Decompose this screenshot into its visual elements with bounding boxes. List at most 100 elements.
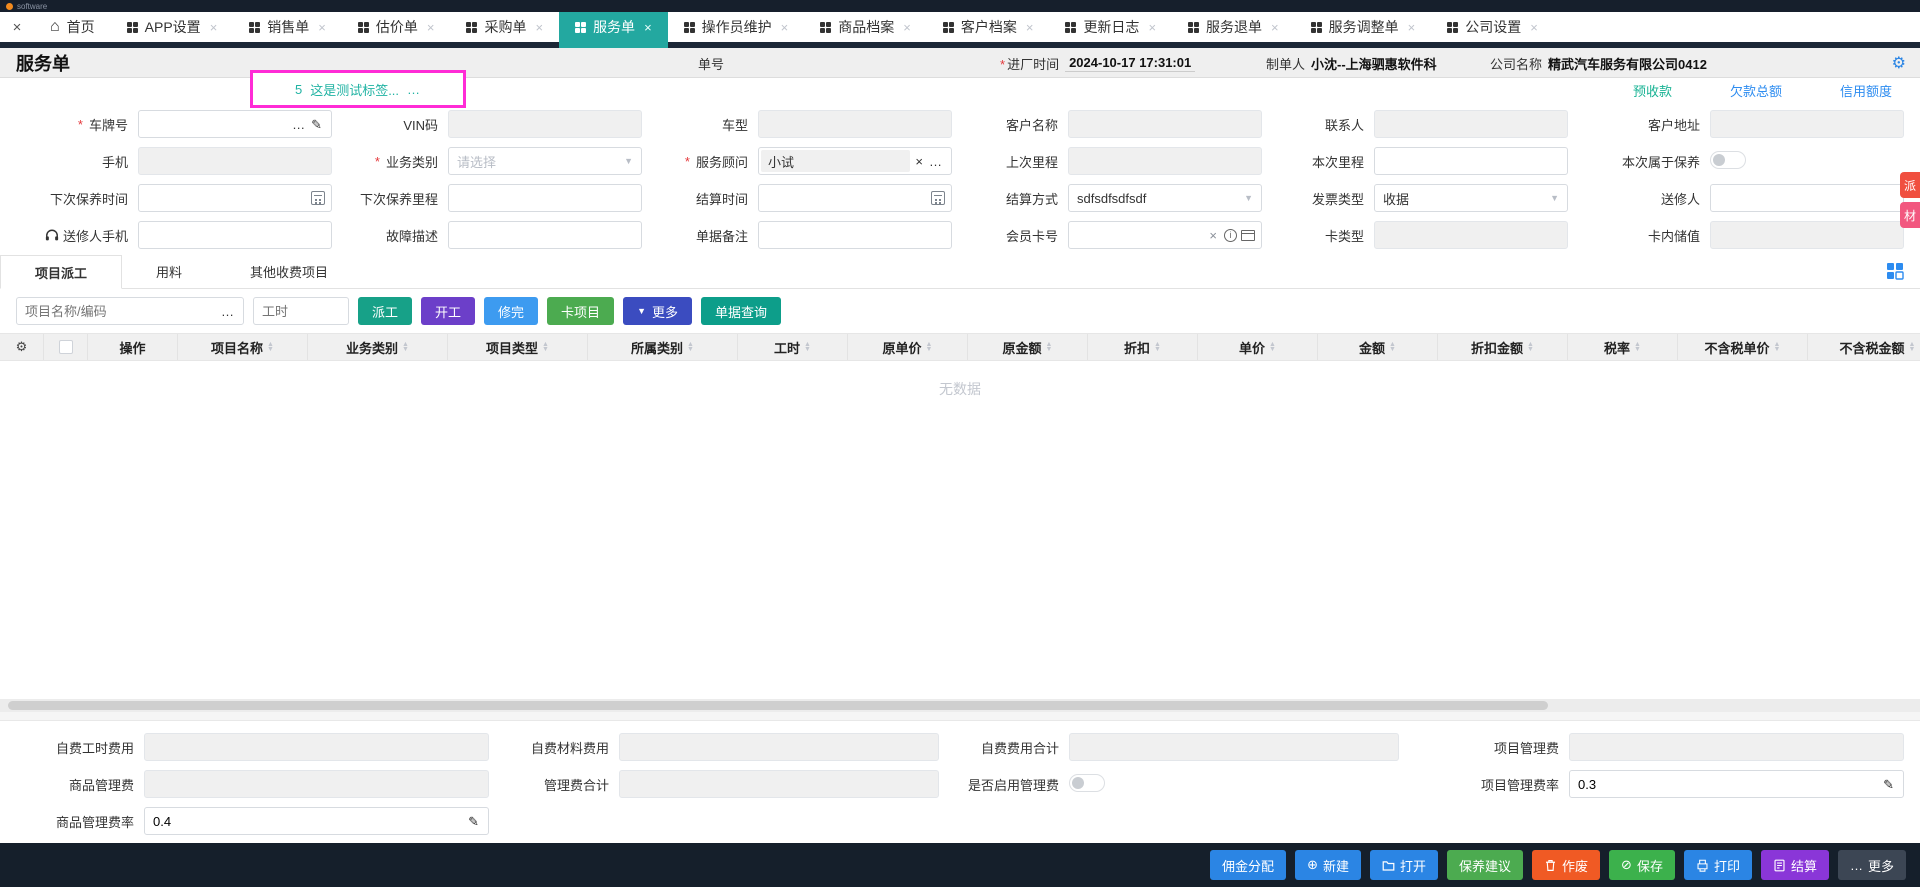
project-search-more-icon[interactable]: … bbox=[218, 305, 237, 318]
close-tab-icon[interactable]: × bbox=[781, 20, 789, 35]
sort-icon[interactable]: ▲▼ bbox=[542, 342, 549, 352]
window-tab-2[interactable]: 销售单× bbox=[233, 12, 342, 42]
toolbar-button-1[interactable]: 开工 bbox=[421, 297, 475, 325]
scrollbar-thumb[interactable] bbox=[8, 701, 1548, 710]
goods-rate-edit-icon[interactable]: ✎ bbox=[465, 815, 482, 828]
biz-type-select[interactable]: 请选择 ▼ bbox=[448, 147, 642, 175]
footer-button-6[interactable]: 打印 bbox=[1684, 850, 1752, 880]
intake-time-value[interactable]: 2024-10-17 17:31:01 bbox=[1065, 55, 1195, 72]
test-tag-highlight-box[interactable]: 5 这是测试标签... … bbox=[250, 70, 466, 108]
grid-view-icon[interactable] bbox=[1886, 262, 1904, 280]
toolbar-button-0[interactable]: 派工 bbox=[358, 297, 412, 325]
sender-input[interactable] bbox=[1710, 184, 1904, 212]
table-column-12[interactable]: 税率▲▼ bbox=[1568, 334, 1678, 360]
table-column-14[interactable]: 不含税金额▲▼ bbox=[1808, 334, 1920, 360]
close-tab-icon[interactable]: × bbox=[903, 20, 911, 35]
close-tab-icon[interactable]: × bbox=[1408, 20, 1416, 35]
side-badge-0[interactable]: 派 bbox=[1900, 172, 1920, 198]
finance-link-2[interactable]: 信用额度 bbox=[1840, 81, 1892, 100]
project-rate-edit-icon[interactable]: ✎ bbox=[1880, 778, 1897, 791]
toolbar-button-4[interactable]: ▼更多 bbox=[623, 297, 692, 325]
window-tab-5[interactable]: 服务单× bbox=[559, 12, 668, 42]
sort-icon[interactable]: ▲▼ bbox=[1634, 342, 1641, 352]
settings-gear-icon[interactable]: ⚙ bbox=[1892, 48, 1906, 78]
card-icon[interactable] bbox=[1241, 230, 1255, 241]
sort-icon[interactable]: ▲▼ bbox=[926, 342, 933, 352]
window-tab-9[interactable]: 更新日志× bbox=[1049, 12, 1172, 42]
window-tab-6[interactable]: 操作员维护× bbox=[668, 12, 805, 42]
settle-method-select[interactable]: sdfsdfsdfsdf ▼ bbox=[1068, 184, 1262, 212]
close-tab-icon[interactable]: × bbox=[1530, 20, 1538, 35]
settle-time-input[interactable] bbox=[759, 186, 931, 210]
close-tab-icon[interactable]: × bbox=[1026, 20, 1034, 35]
table-column-6[interactable]: 原单价▲▼ bbox=[848, 334, 968, 360]
window-tab-7[interactable]: 商品档案× bbox=[804, 12, 927, 42]
advisor-field[interactable]: 小试 × … bbox=[758, 147, 952, 175]
finance-link-1[interactable]: 欠款总额 bbox=[1730, 81, 1782, 100]
close-all-icon[interactable]: × bbox=[0, 12, 34, 42]
close-tab-icon[interactable]: × bbox=[210, 20, 218, 35]
work-hours-input[interactable] bbox=[253, 297, 349, 325]
window-tab-1[interactable]: APP设置× bbox=[111, 12, 234, 42]
sort-icon[interactable]: ▲▼ bbox=[1154, 342, 1161, 352]
sort-icon[interactable]: ▲▼ bbox=[402, 342, 409, 352]
window-tab-10[interactable]: 服务退单× bbox=[1172, 12, 1295, 42]
fault-desc-input[interactable] bbox=[448, 221, 642, 249]
goods-rate-input[interactable] bbox=[145, 809, 465, 833]
next-maint-mileage-input[interactable] bbox=[448, 184, 642, 212]
sort-icon[interactable]: ▲▼ bbox=[1527, 342, 1534, 352]
project-rate-input[interactable] bbox=[1570, 772, 1880, 796]
table-column-7[interactable]: 原金额▲▼ bbox=[968, 334, 1088, 360]
table-column-13[interactable]: 不含税单价▲▼ bbox=[1678, 334, 1808, 360]
plate-input[interactable] bbox=[139, 112, 289, 136]
detail-tab-1[interactable]: 用料 bbox=[122, 254, 216, 288]
sort-icon[interactable]: ▲▼ bbox=[1269, 342, 1276, 352]
close-tab-icon[interactable]: × bbox=[644, 20, 652, 35]
footer-button-5[interactable]: ⊘保存 bbox=[1609, 850, 1675, 880]
footer-button-0[interactable]: 佣金分配 bbox=[1210, 850, 1286, 880]
window-tab-0[interactable]: ⌂首页 bbox=[34, 12, 111, 42]
calendar-icon[interactable] bbox=[311, 191, 325, 205]
project-search-input[interactable] bbox=[17, 299, 218, 323]
remark-input[interactable] bbox=[758, 221, 952, 249]
sort-icon[interactable]: ▲▼ bbox=[1389, 342, 1396, 352]
table-column-4[interactable]: 所属类别▲▼ bbox=[588, 334, 738, 360]
table-column-2[interactable]: 业务类别▲▼ bbox=[308, 334, 448, 360]
sort-icon[interactable]: ▲▼ bbox=[804, 342, 811, 352]
footer-button-2[interactable]: 打开 bbox=[1370, 850, 1438, 880]
finance-link-0[interactable]: 预收款 bbox=[1633, 81, 1672, 100]
select-all-checkbox[interactable] bbox=[59, 340, 73, 354]
sort-icon[interactable]: ▲▼ bbox=[267, 342, 274, 352]
toolbar-button-5[interactable]: 单据查询 bbox=[701, 297, 781, 325]
window-tab-11[interactable]: 服务调整单× bbox=[1295, 12, 1432, 42]
window-tab-12[interactable]: 公司设置× bbox=[1431, 12, 1554, 42]
detail-tab-2[interactable]: 其他收费项目 bbox=[216, 254, 362, 288]
detail-tab-0[interactable]: 项目派工 bbox=[0, 255, 122, 289]
table-column-10[interactable]: 金额▲▼ bbox=[1318, 334, 1438, 360]
column-gear-icon[interactable]: ⚙ bbox=[16, 339, 28, 355]
table-column-1[interactable]: 项目名称▲▼ bbox=[178, 334, 308, 360]
close-tab-icon[interactable]: × bbox=[427, 20, 435, 35]
toolbar-button-3[interactable]: 卡项目 bbox=[547, 297, 614, 325]
table-column-3[interactable]: 项目类型▲▼ bbox=[448, 334, 588, 360]
sort-icon[interactable]: ▲▼ bbox=[1774, 342, 1781, 352]
sort-icon[interactable]: ▲▼ bbox=[1909, 342, 1916, 352]
toolbar-button-2[interactable]: 修完 bbox=[484, 297, 538, 325]
table-column-8[interactable]: 折扣▲▼ bbox=[1088, 334, 1198, 360]
member-card-clear-icon[interactable]: × bbox=[1206, 229, 1220, 242]
footer-button-1[interactable]: ⊕新建 bbox=[1295, 850, 1361, 880]
table-column-5[interactable]: 工时▲▼ bbox=[738, 334, 848, 360]
window-tab-8[interactable]: 客户档案× bbox=[927, 12, 1050, 42]
plate-edit-icon[interactable]: ✎ bbox=[308, 118, 325, 131]
table-column-9[interactable]: 单价▲▼ bbox=[1198, 334, 1318, 360]
footer-button-3[interactable]: 保养建议 bbox=[1447, 850, 1523, 880]
advisor-more-icon[interactable]: … bbox=[926, 155, 945, 168]
cur-mileage-input[interactable] bbox=[1374, 147, 1568, 175]
is-maintenance-toggle[interactable] bbox=[1710, 151, 1746, 169]
advisor-clear-icon[interactable]: × bbox=[912, 155, 926, 168]
invoice-type-select[interactable]: 收据 ▼ bbox=[1374, 184, 1568, 212]
sender-mobile-input[interactable] bbox=[138, 221, 332, 249]
close-tab-icon[interactable]: × bbox=[535, 20, 543, 35]
footer-button-4[interactable]: 作废 bbox=[1532, 850, 1600, 880]
table-column-11[interactable]: 折扣金额▲▼ bbox=[1438, 334, 1568, 360]
